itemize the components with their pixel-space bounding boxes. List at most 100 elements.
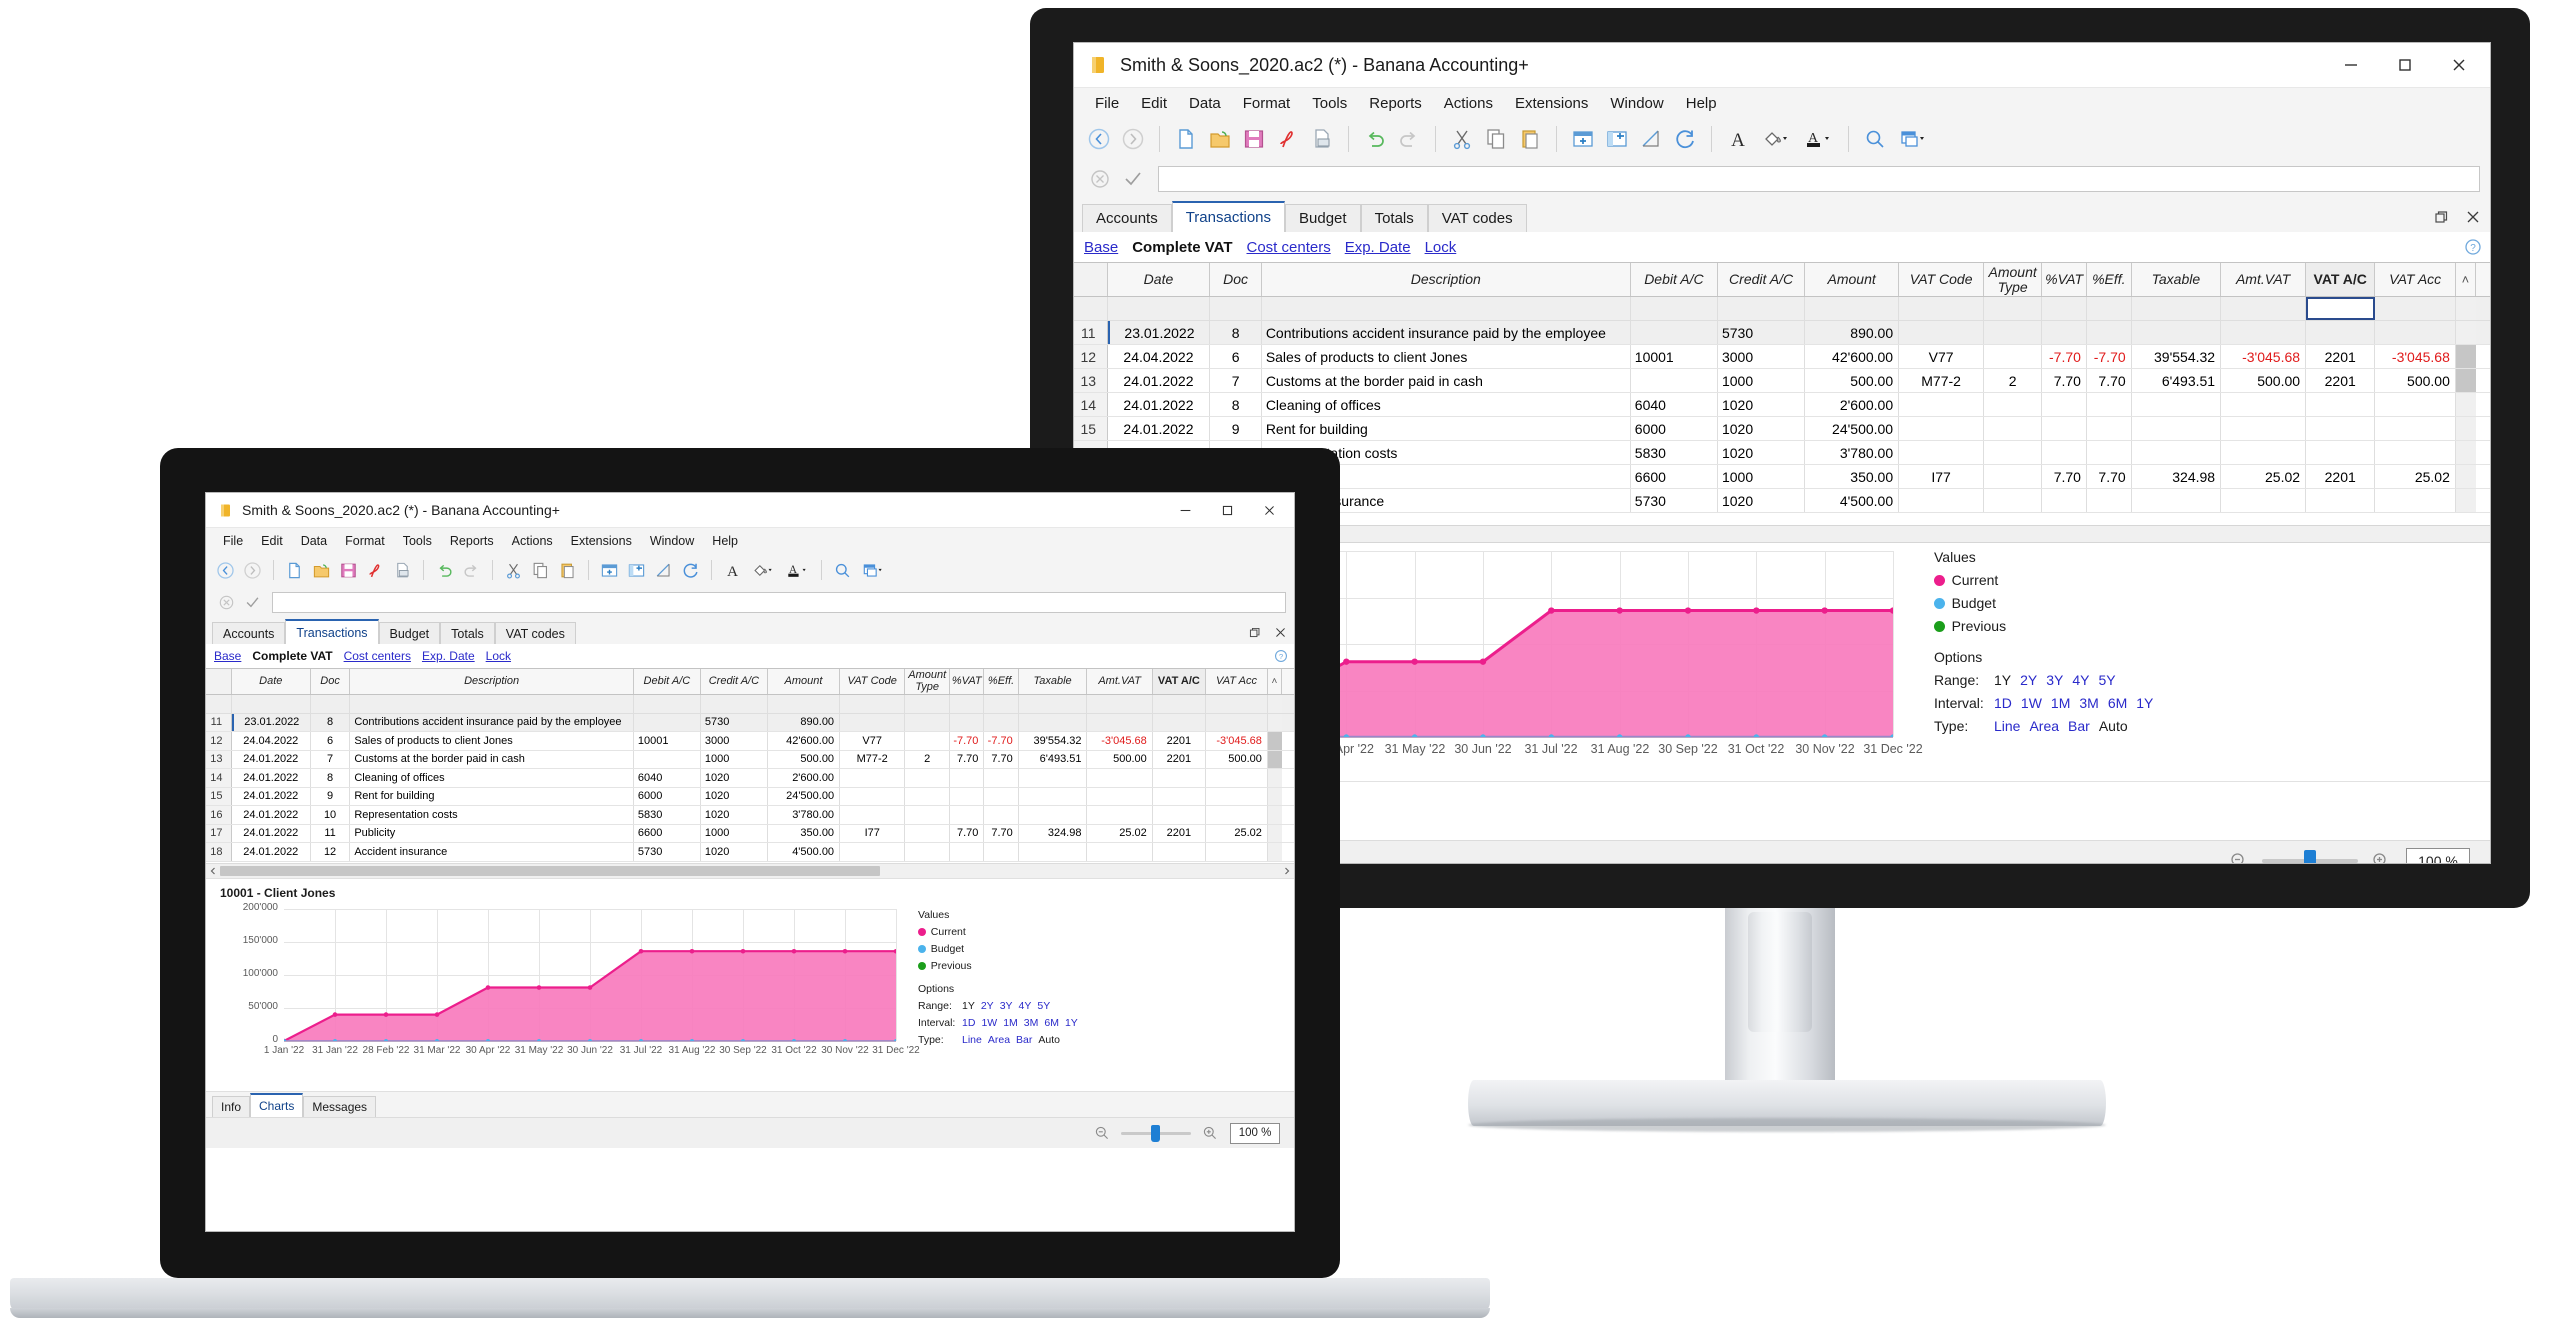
legend-item-previous[interactable]: Previous [1934, 618, 2006, 634]
zoom-value-laptop[interactable]: 100 % [1230, 1122, 1280, 1144]
cell-pvat[interactable] [950, 787, 985, 805]
cell-debit[interactable]: 6040 [634, 769, 701, 787]
cell-vatacc[interactable] [2375, 489, 2456, 512]
cell-amounttype[interactable] [1984, 465, 2043, 488]
add-column-icon-laptop[interactable] [623, 557, 650, 584]
entry-cell-no[interactable] [206, 695, 232, 713]
cell-taxable[interactable]: 6'493.51 [1019, 750, 1088, 768]
search-icon[interactable] [1858, 122, 1892, 156]
cell-date[interactable]: 24.04.2022 [1108, 345, 1211, 368]
cell-amounttype[interactable] [905, 787, 951, 805]
cell-peff[interactable] [984, 806, 1019, 824]
cell-debit[interactable] [1631, 321, 1718, 344]
entry-cell-desc[interactable] [1262, 297, 1631, 320]
help-icon-laptop[interactable]: ? [1268, 645, 1294, 667]
cell-credit[interactable]: 1020 [701, 769, 768, 787]
cell-no[interactable]: 12 [206, 732, 232, 750]
menu-data-laptop[interactable]: Data [292, 534, 336, 548]
cell-vatcode[interactable]: I77 [840, 824, 906, 842]
zoom-slider-thumb-laptop[interactable] [1151, 1124, 1160, 1142]
cell-desc[interactable]: Customs at the border paid in cash [350, 750, 634, 768]
grid-vscroll-track-top[interactable] [2455, 297, 2476, 320]
cell-credit[interactable]: 3000 [701, 732, 768, 750]
option-interval-1m[interactable]: 1M [2051, 695, 2070, 711]
option-range-5y[interactable]: 5Y [1037, 1000, 1050, 1012]
copy-icon[interactable] [1479, 122, 1513, 156]
cell-peff[interactable]: 7.70 [2087, 465, 2132, 488]
cell-taxable[interactable]: 324.98 [1019, 824, 1088, 842]
option-interval-1d[interactable]: 1D [1994, 695, 2012, 711]
column-header-taxable[interactable]: Taxable [2132, 263, 2222, 296]
cell-pvat[interactable] [2042, 441, 2087, 464]
legend-item-current[interactable]: Current [1934, 572, 1998, 588]
cell-desc[interactable]: Publicity [350, 824, 634, 842]
column-header-description[interactable]: Description [1262, 263, 1631, 296]
cell-amounttype[interactable] [1984, 393, 2043, 416]
menu-extensions[interactable]: Extensions [1504, 95, 1599, 112]
menu-extensions-laptop[interactable]: Extensions [562, 534, 641, 548]
close-panel-icon[interactable] [2456, 202, 2490, 232]
table-row[interactable]: 13 24.01.2022 7 Customs at the border paid … [1074, 369, 2490, 393]
tab-vat-codes-laptop[interactable]: VAT codes [494, 622, 576, 644]
cell-vatac[interactable] [2306, 393, 2376, 416]
restore-panel-icon[interactable] [2426, 202, 2456, 232]
grid-vscroll-track-top[interactable] [1267, 695, 1282, 713]
menu-format[interactable]: Format [1232, 95, 1302, 112]
cell-doc[interactable]: 9 [1210, 417, 1262, 440]
font-icon[interactable]: A [1721, 122, 1755, 156]
table-row[interactable]: 11 23.01.2022 8 Contributions accident insu… [1074, 321, 2490, 345]
paste-icon[interactable] [1513, 122, 1547, 156]
grid-entry-row[interactable] [206, 695, 1294, 714]
column-header-vat-a-c[interactable]: VAT A/C [2306, 263, 2376, 296]
table-row[interactable]: 1624.01.202210Representation costs583010… [206, 806, 1294, 825]
save-icon[interactable] [1237, 122, 1271, 156]
entry-cell-credit[interactable] [1718, 297, 1806, 320]
cell-vatacc[interactable] [1206, 769, 1268, 787]
text-color-icon-laptop[interactable]: A [780, 557, 814, 584]
cell-desc[interactable]: Contributions accident insurance paid by… [350, 713, 634, 731]
option-range-2y[interactable]: 2Y [2020, 672, 2037, 688]
minimize-button-laptop[interactable] [1164, 494, 1206, 526]
zoom-slider-thumb[interactable] [2304, 850, 2316, 863]
cell-no[interactable]: 16 [206, 806, 232, 824]
menu-help-laptop[interactable]: Help [703, 534, 747, 548]
cell-vatcode[interactable] [840, 843, 906, 861]
column-header-rownum[interactable] [1074, 263, 1108, 296]
grid-vscroll-up-arrow[interactable]: ˄ [2456, 263, 2476, 296]
cell-amounttype[interactable]: 2 [905, 750, 951, 768]
cell-date[interactable]: 24.01.2022 [1108, 369, 1211, 392]
option-type-line[interactable]: Line [962, 1034, 982, 1046]
cell-amounttype[interactable]: 2 [1984, 369, 2043, 392]
cell-credit[interactable]: 1000 [701, 750, 768, 768]
cell-doc[interactable]: 6 [1210, 345, 1262, 368]
sort-icon-laptop[interactable] [650, 557, 677, 584]
cell-debit[interactable] [634, 750, 701, 768]
option-type-bar[interactable]: Bar [2068, 718, 2090, 734]
cell-date[interactable]: 23.01.2022 [231, 713, 311, 731]
cell-amounttype[interactable] [1984, 345, 2043, 368]
cell-peff[interactable] [2087, 441, 2132, 464]
column-header-taxable[interactable]: Taxable [1019, 669, 1088, 694]
close-button-laptop[interactable] [1248, 494, 1290, 526]
formula-input-laptop[interactable] [272, 591, 1286, 613]
cell-vatcode[interactable] [840, 769, 906, 787]
cell-credit[interactable]: 5730 [701, 713, 768, 731]
option-type-area[interactable]: Area [2029, 718, 2059, 734]
cell-no[interactable]: 15 [206, 787, 232, 805]
cut-icon-laptop[interactable] [500, 557, 527, 584]
cell-date[interactable]: 24.01.2022 [1108, 417, 1211, 440]
hscroll-left-arrow[interactable] [208, 866, 218, 876]
option-interval-3m[interactable]: 3M [2079, 695, 2098, 711]
column-header-doc[interactable]: Doc [1210, 263, 1262, 296]
menu-window-laptop[interactable]: Window [641, 534, 703, 548]
entry-cell-debit[interactable] [1631, 297, 1718, 320]
cell-credit[interactable]: 1020 [1718, 417, 1806, 440]
column-header-eff[interactable]: %Eff. [2087, 263, 2132, 296]
grid-vscroll-track[interactable] [2455, 393, 2476, 416]
cell-peff[interactable] [2087, 489, 2132, 512]
cell-amtvat[interactable] [2221, 393, 2307, 416]
cell-vatcode[interactable] [840, 806, 906, 824]
option-interval-6m[interactable]: 6M [1044, 1017, 1059, 1029]
add-row-icon[interactable] [1566, 122, 1600, 156]
recalculate-icon-laptop[interactable] [677, 557, 704, 584]
